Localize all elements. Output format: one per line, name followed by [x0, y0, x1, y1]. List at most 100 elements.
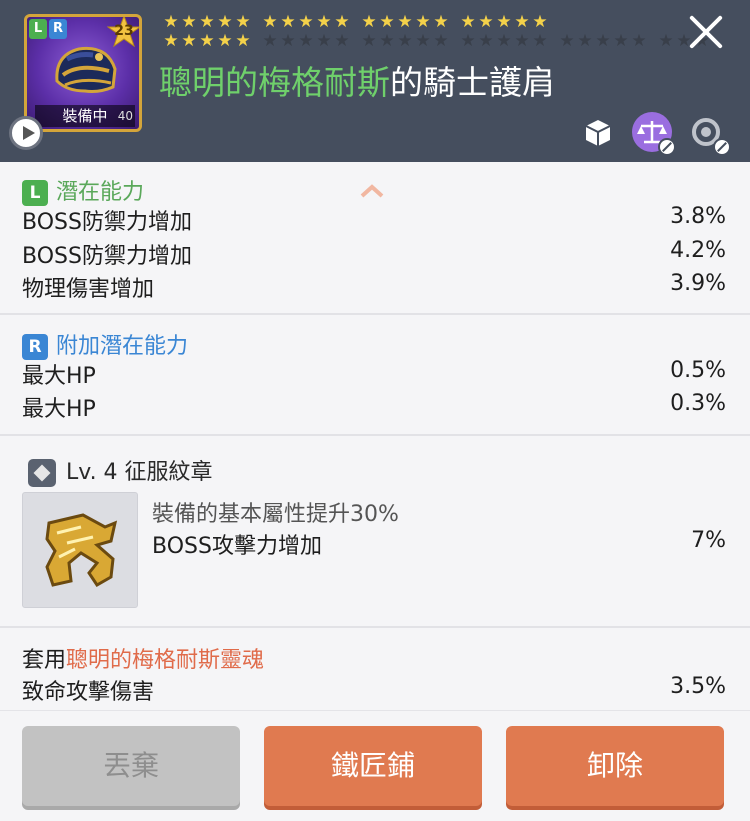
- additional-stat-row: 最大HP 0.5%: [22, 358, 726, 389]
- stat-value: 3.5%: [670, 674, 726, 699]
- item-icon-frame[interactable]: L R 23 裝備中 40: [24, 14, 142, 132]
- star-empty-icon: ★: [577, 31, 593, 51]
- star-filled-icon: ★: [199, 12, 215, 32]
- conquest-emblem-icon: [45, 513, 118, 587]
- play-icon[interactable]: [9, 116, 43, 150]
- emblem-stat-row: BOSS攻擊力增加 7%: [152, 528, 726, 560]
- star-empty-icon: ★: [532, 31, 548, 51]
- action-bar: 丟棄 鐵匠鋪 卸除: [0, 710, 750, 821]
- star-empty-icon: ★: [397, 31, 413, 51]
- chevron-up-icon[interactable]: [360, 184, 384, 198]
- star-group: ★ ★ ★ ★ ★: [360, 13, 450, 32]
- star-filled-icon: ★: [379, 12, 395, 32]
- stat-name: 物理傷害增加: [22, 277, 155, 302]
- star-group: ★ ★ ★ ★ ★: [162, 32, 252, 51]
- item-name-prefix: 聰明的梅格耐斯: [159, 63, 390, 102]
- star-filled-icon: ★: [397, 12, 413, 32]
- star-empty-icon: ★: [334, 31, 350, 51]
- star-empty-icon: ★: [280, 31, 296, 51]
- potential-stat-row: BOSS防禦力增加 4.2%: [22, 238, 726, 269]
- stat-name: 最大HP: [22, 397, 96, 422]
- star-filled-icon: ★: [262, 12, 278, 32]
- star-filled-icon: ★: [478, 12, 494, 32]
- star-filled-icon: ★: [460, 12, 476, 32]
- stat-name: BOSS防禦力增加: [22, 244, 192, 269]
- star-filled-icon: ★: [280, 12, 296, 32]
- rare-badge: R: [22, 334, 48, 360]
- star-empty-icon: ★: [496, 31, 512, 51]
- stat-name: 致命攻擊傷害: [22, 680, 155, 705]
- scale-icon[interactable]: [632, 112, 676, 156]
- star-group: ★ ★ ★ ★ ★: [459, 32, 549, 51]
- potential-stat-row: BOSS防禦力增加 3.8%: [22, 204, 726, 235]
- stat-value: 0.5%: [670, 358, 726, 383]
- star-filled-icon: ★: [217, 12, 233, 32]
- unequip-button[interactable]: 卸除: [506, 726, 724, 806]
- divider: [0, 313, 750, 315]
- star-empty-icon: ★: [379, 31, 395, 51]
- set-name: 聰明的梅格耐斯靈魂: [66, 648, 265, 673]
- divider: [0, 626, 750, 628]
- item-name: 聰明的梅格耐斯的騎士護肩: [159, 56, 555, 104]
- stat-value: 3.8%: [670, 204, 726, 229]
- disabled-mark-icon: [658, 138, 676, 156]
- star-group: ★ ★ ★ ★ ★: [459, 13, 549, 32]
- star-filled-icon: ★: [235, 12, 251, 32]
- legendary-badge: L: [22, 180, 48, 206]
- star-empty-icon: ★: [613, 31, 629, 51]
- set-stat-row: 致命攻擊傷害 3.5%: [22, 674, 726, 705]
- emblem-icon-box[interactable]: [22, 492, 138, 608]
- star-filled-icon: ★: [163, 31, 179, 51]
- emblem-diamond-icon: [28, 459, 56, 487]
- star-empty-icon: ★: [631, 31, 647, 51]
- star-empty-icon: ★: [514, 31, 530, 51]
- disabled-mark-icon: [713, 138, 731, 156]
- star-filled-icon: ★: [433, 12, 449, 32]
- emblem-header: Lv. 4 征服紋章: [28, 454, 213, 487]
- reset-icon[interactable]: [687, 112, 731, 156]
- star-group: ★ ★ ★ ★ ★: [162, 13, 252, 32]
- additional-potential-header: R 附加潛在能力: [22, 328, 188, 360]
- lock-box-icon[interactable]: [578, 112, 618, 152]
- star-empty-icon: ★: [298, 31, 314, 51]
- additional-potential-title: 附加潛在能力: [56, 334, 189, 359]
- item-small-number: 40: [117, 109, 133, 123]
- stat-name: 最大HP: [22, 364, 96, 389]
- star-group: ★ ★ ★ ★ ★: [261, 32, 351, 51]
- star-empty-icon: ★: [478, 31, 494, 51]
- emblem-description: 裝備的基本屬性提升30%: [152, 502, 399, 527]
- potential-header: L 潛在能力: [22, 174, 144, 206]
- stat-value: 0.3%: [670, 391, 726, 416]
- star-empty-icon: ★: [262, 31, 278, 51]
- emblem-title: Lv. 4 征服紋章: [66, 460, 213, 485]
- stat-name: BOSS攻擊力增加: [152, 534, 322, 559]
- star-empty-icon: ★: [316, 31, 332, 51]
- star-filled-icon: ★: [217, 31, 233, 51]
- blacksmith-button[interactable]: 鐵匠鋪: [264, 726, 482, 806]
- item-detail-scroll[interactable]: L 潛在能力 BOSS防禦力增加 3.8% BOSS防禦力增加 4.2% 物理傷害…: [0, 162, 750, 710]
- star-filled-icon: ★: [496, 12, 512, 32]
- star-filled-icon: ★: [199, 31, 215, 51]
- stat-value: 4.2%: [670, 238, 726, 263]
- stat-name: BOSS防禦力增加: [22, 210, 192, 235]
- discard-button[interactable]: 丟棄: [22, 726, 240, 806]
- star-filled-icon: ★: [235, 31, 251, 51]
- item-level: 23: [114, 23, 134, 39]
- item-name-suffix: 的騎士護肩: [390, 63, 555, 102]
- shoulder-armor-icon: [55, 46, 117, 93]
- star-group: ★ ★ ★ ★ ★: [558, 32, 648, 51]
- potential-title: 潛在能力: [56, 180, 145, 205]
- additional-stat-row: 最大HP 0.3%: [22, 391, 726, 422]
- star-filled-icon: ★: [298, 12, 314, 32]
- star-empty-icon: ★: [361, 31, 377, 51]
- stat-value: 3.9%: [670, 271, 726, 296]
- star-filled-icon: ★: [514, 12, 530, 32]
- star-filled-icon: ★: [163, 12, 179, 32]
- starforce-stars: ★ ★ ★ ★ ★ ★ ★ ★ ★ ★ ★ ★ ★ ★ ★ ★ ★ ★ ★ ★ ★ ★ ★ ★ ★ ★ ★ ★ ★ ★ ★ ★ ★ ★ ★ ★ ★ ★ ★…: [162, 13, 709, 51]
- potential-stat-row: 物理傷害增加 3.9%: [22, 271, 726, 302]
- close-icon[interactable]: [684, 10, 728, 54]
- set-prefix: 套用: [22, 648, 67, 673]
- star-group: ★ ★ ★ ★ ★: [261, 13, 351, 32]
- star-group: ★ ★ ★ ★ ★: [360, 32, 450, 51]
- star-filled-icon: ★: [532, 12, 548, 32]
